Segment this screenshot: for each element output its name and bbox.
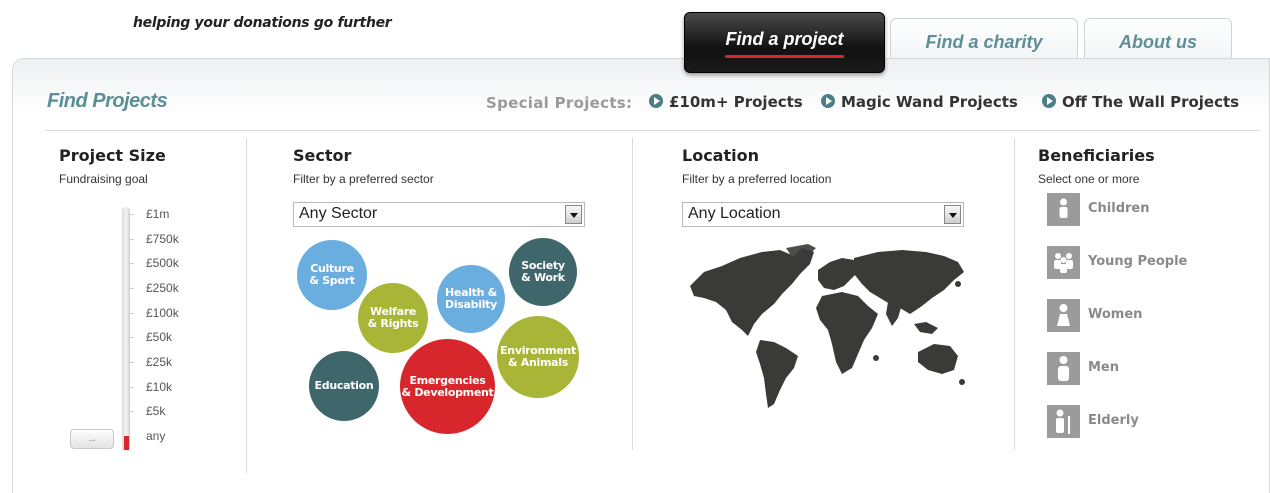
- column-divider: [246, 138, 247, 473]
- special-link-off-the-wall-projects[interactable]: Off The Wall Projects: [1042, 93, 1239, 111]
- size-option-100k[interactable]: £100k: [146, 306, 179, 320]
- sector-bubble-emergencies-development[interactable]: Emergencies & Development: [400, 339, 495, 434]
- sector-bubble-culture-sport[interactable]: Culture & Sport: [297, 240, 367, 310]
- slider-tick: [128, 313, 134, 314]
- play-icon: [821, 94, 835, 108]
- sector-select[interactable]: Any Sector: [293, 202, 585, 227]
- column-divider: [1014, 138, 1015, 450]
- size-option-5k[interactable]: £5k: [146, 404, 165, 418]
- size-option-10k[interactable]: £10k: [146, 380, 172, 394]
- sector-bubble-education[interactable]: Education: [309, 351, 379, 421]
- location-select[interactable]: Any Location: [682, 202, 964, 227]
- tab-label: Find a project: [725, 29, 844, 49]
- location-title: Location: [682, 146, 759, 165]
- map-region-europe: [818, 258, 860, 290]
- map-region-south-america: [756, 340, 798, 408]
- tab-label: About us: [1119, 32, 1197, 52]
- link-label: Magic Wand Projects: [841, 93, 1018, 111]
- play-icon: [649, 94, 663, 108]
- slider-tick: [128, 362, 134, 363]
- beneficiary-label: Elderly: [1088, 413, 1139, 428]
- tab-find-a-project[interactable]: Find a project: [684, 12, 885, 73]
- man-icon: [1047, 352, 1080, 385]
- size-option-1m[interactable]: £1m: [146, 207, 169, 221]
- sector-select-value: Any Sector: [299, 205, 378, 222]
- elderly-icon: [1047, 405, 1080, 438]
- play-icon: [1042, 94, 1056, 108]
- beneficiaries-subtitle: Select one or more: [1038, 172, 1140, 186]
- size-option-250k[interactable]: £250k: [146, 281, 179, 295]
- slider-tick: [128, 239, 134, 240]
- map-region-africa: [816, 292, 878, 374]
- map-region-north-america: [690, 248, 814, 336]
- special-projects-label: Special Projects:: [486, 94, 633, 112]
- slider-tick: [128, 337, 134, 338]
- size-option-50k[interactable]: £50k: [146, 330, 172, 344]
- dropdown-arrow-icon[interactable]: [565, 205, 582, 224]
- tab-label: Find a charity: [925, 32, 1043, 52]
- project-size-title: Project Size: [59, 146, 166, 165]
- slider-tick: [128, 411, 134, 412]
- slider-tick: [128, 263, 134, 264]
- size-option-any[interactable]: any: [146, 429, 165, 443]
- page-title: Find Projects: [47, 90, 168, 112]
- map-region-madagascar: [873, 355, 879, 361]
- site-tagline: helping your donations go further: [133, 15, 392, 31]
- size-option-25k[interactable]: £25k: [146, 355, 172, 369]
- location-select-value: Any Location: [688, 205, 781, 222]
- beneficiary-label: Young People: [1088, 254, 1188, 269]
- project-size-slider-track[interactable]: [122, 207, 130, 452]
- location-subtitle: Filter by a preferred location: [682, 172, 832, 186]
- special-link-10m-projects[interactable]: £10m+ Projects: [649, 93, 803, 111]
- column-divider: [632, 138, 633, 450]
- map-region-asia: [854, 250, 964, 314]
- size-option-500k[interactable]: £500k: [146, 256, 179, 270]
- sector-title: Sector: [293, 146, 352, 165]
- project-size-slider-fill: [124, 436, 129, 450]
- sector-bubble-welfare-rights[interactable]: Welfare & Rights: [358, 283, 428, 353]
- project-size-subtitle: Fundraising goal: [59, 172, 148, 186]
- size-option-750k[interactable]: £750k: [146, 232, 179, 246]
- beneficiary-label: Women: [1088, 307, 1143, 322]
- slider-tick: [128, 387, 134, 388]
- world-map[interactable]: [682, 244, 967, 409]
- map-region-japan: [955, 281, 961, 287]
- map-region-india: [886, 302, 902, 326]
- dropdown-arrow-icon[interactable]: [944, 205, 961, 224]
- divider: [45, 130, 1260, 131]
- sector-bubble-environment-animals[interactable]: Environment & Animals: [497, 316, 579, 398]
- slider-tick: [128, 288, 134, 289]
- group-icon: [1047, 246, 1080, 279]
- beneficiary-label: Men: [1088, 360, 1120, 375]
- beneficiary-label: Children: [1088, 201, 1150, 216]
- map-region-southeast-asia: [914, 322, 938, 334]
- active-tab-indicator: [725, 55, 844, 58]
- map-region-australia: [918, 344, 958, 374]
- link-label: £10m+ Projects: [669, 93, 803, 111]
- sector-subtitle: Filter by a preferred sector: [293, 172, 434, 186]
- sector-bubble-society-work[interactable]: Society & Work: [509, 238, 577, 306]
- child-icon: [1047, 193, 1080, 226]
- project-size-slider-handle[interactable]: →: [70, 429, 114, 449]
- find-projects-panel: [12, 58, 1270, 493]
- special-link-magic-wand-projects[interactable]: Magic Wand Projects: [821, 93, 1018, 111]
- link-label: Off The Wall Projects: [1062, 93, 1240, 111]
- map-region-new-zealand: [959, 379, 965, 385]
- site-logo[interactable]: [60, 0, 310, 6]
- sector-bubble-health-disability[interactable]: Health & Disabilty: [437, 265, 505, 333]
- beneficiaries-title: Beneficiaries: [1038, 146, 1155, 165]
- woman-icon: [1047, 299, 1080, 332]
- arrow-right-icon: →: [86, 433, 98, 445]
- slider-tick: [128, 214, 134, 215]
